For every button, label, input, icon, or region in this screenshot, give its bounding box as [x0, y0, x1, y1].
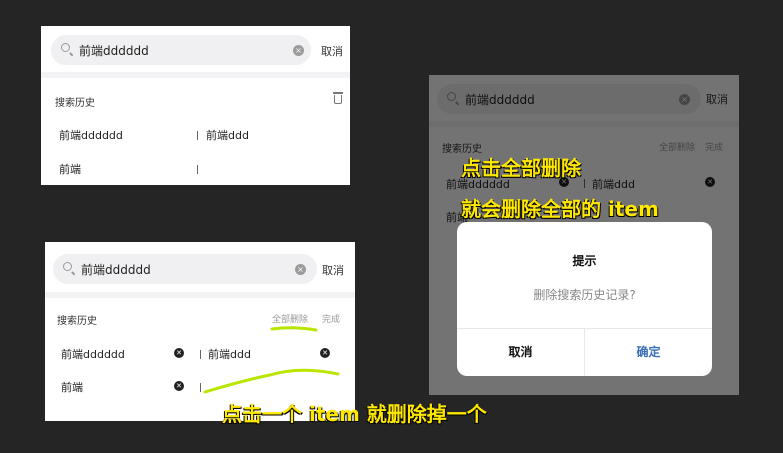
- item-separator: [197, 165, 198, 174]
- search-icon: [63, 262, 72, 271]
- history-title: 搜索历史: [55, 98, 95, 109]
- item-separator: [197, 131, 198, 140]
- history-item[interactable]: 前端: [59, 161, 81, 177]
- delete-all-button[interactable]: 全部删除: [272, 312, 308, 325]
- cancel-button[interactable]: 取消: [322, 262, 344, 278]
- history-item[interactable]: 前端ddd: [206, 127, 249, 143]
- dialog-confirm-button[interactable]: 确定: [585, 329, 712, 376]
- panel-history-normal: 前端dddddd × 取消 搜索历史 前端dddddd 前端ddd 前端: [41, 26, 350, 185]
- history-item[interactable]: 前端dddddd: [59, 127, 123, 143]
- done-button[interactable]: 完成: [322, 312, 340, 325]
- dialog-message: 删除搜索历史记录?: [533, 288, 636, 302]
- clear-icon[interactable]: ×: [293, 45, 304, 56]
- remove-item-icon[interactable]: ✕: [174, 348, 184, 358]
- cancel-button[interactable]: 取消: [321, 43, 343, 59]
- panel-history-edit: 前端dddddd × 取消 搜索历史 全部删除 完成 前端dddddd ✕ 前端…: [45, 242, 355, 421]
- divider: [45, 292, 355, 298]
- divider: [41, 72, 350, 78]
- remove-item-icon[interactable]: ✕: [174, 381, 184, 391]
- search-input[interactable]: 前端dddddd ×: [53, 254, 317, 284]
- history-item[interactable]: 前端ddd: [208, 346, 251, 362]
- dialog-cancel-button[interactable]: 取消: [457, 329, 584, 376]
- search-input-value: 前端dddddd: [79, 44, 149, 58]
- search-icon: [61, 43, 70, 52]
- caption-delete-all-line1: 点击全部删除: [461, 156, 581, 180]
- caption-delete-all-line2: 就会删除全部的 item: [461, 197, 659, 221]
- remove-item-icon[interactable]: ✕: [320, 348, 330, 358]
- trash-icon[interactable]: [333, 92, 343, 104]
- dialog-title: 提示: [572, 254, 597, 268]
- confirm-dialog: 提示 删除搜索历史记录? 取消 确定: [457, 222, 712, 376]
- history-title: 搜索历史: [57, 316, 97, 327]
- search-input[interactable]: 前端dddddd ×: [51, 35, 311, 65]
- item-separator: [200, 383, 201, 392]
- clear-icon[interactable]: ×: [295, 264, 306, 275]
- history-item[interactable]: 前端dddddd: [61, 346, 125, 362]
- search-input-value: 前端dddddd: [81, 263, 151, 277]
- history-item[interactable]: 前端: [61, 379, 83, 395]
- item-separator: [200, 350, 201, 359]
- caption-delete-one: 点击一个 item 就删除掉一个: [222, 402, 487, 426]
